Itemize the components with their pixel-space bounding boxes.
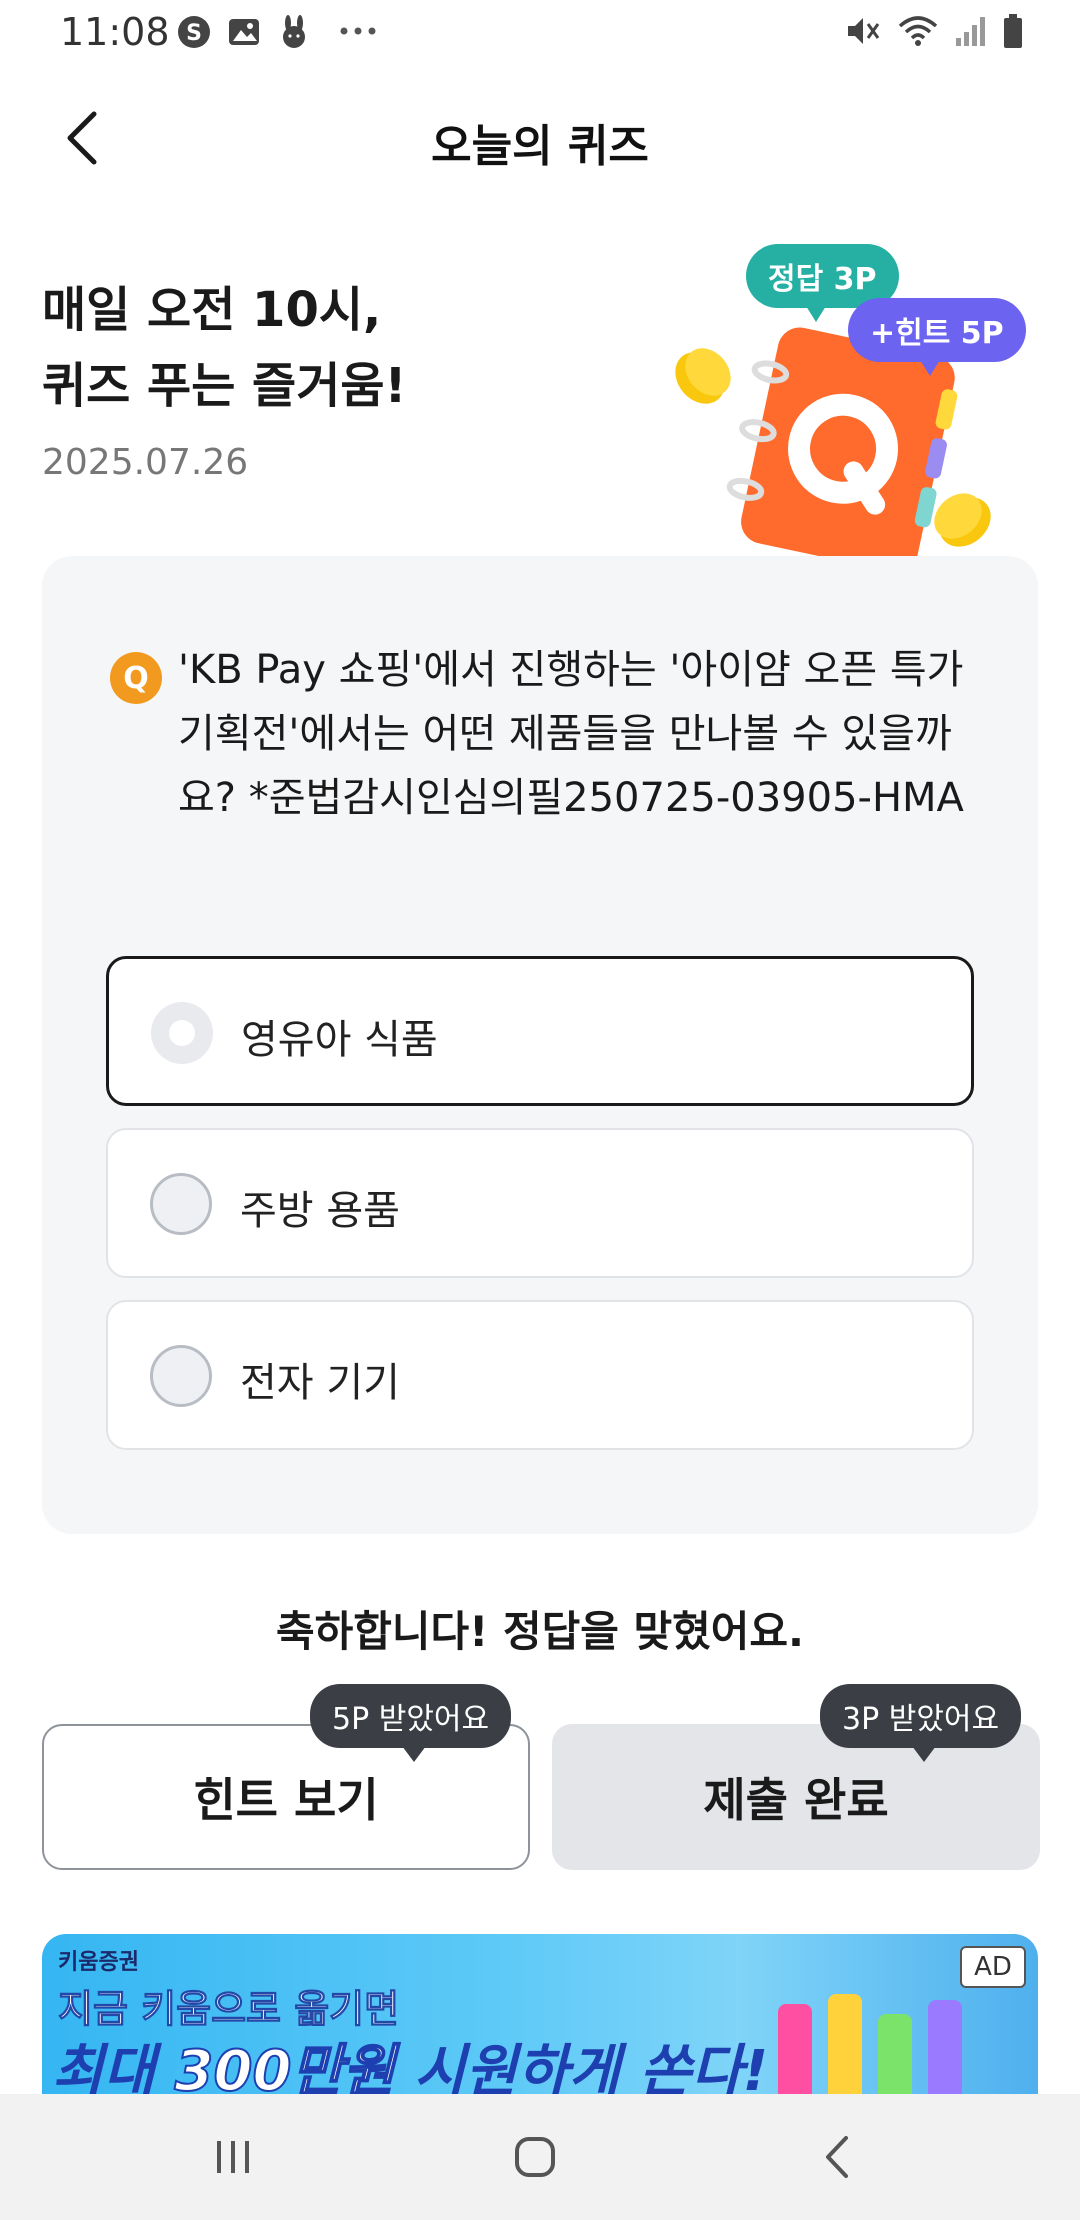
- water-gun-icon: [778, 1994, 962, 2094]
- quiz-date: 2025.07.26: [42, 442, 249, 483]
- wifi-icon: [896, 12, 940, 54]
- home-icon: [515, 2137, 555, 2177]
- page-title: 오늘의 퀴즈: [431, 121, 649, 172]
- quiz-illustration: 정답 3P +힌트 5P: [660, 240, 1040, 610]
- hint-points-badge: +힌트 5P: [848, 298, 1026, 376]
- option-label: 주방 용품: [240, 1188, 400, 1234]
- radio-icon[interactable]: [150, 1345, 212, 1407]
- more-icon: [338, 22, 378, 41]
- quiz-option-1[interactable]: 영유아 식품: [106, 956, 974, 1106]
- recent-apps-button[interactable]: [188, 2124, 278, 2190]
- status-bar: 11:08 S: [0, 0, 1080, 66]
- quiz-option-3[interactable]: 전자 기기: [106, 1300, 974, 1450]
- status-time: 11:08: [60, 10, 170, 54]
- back-icon: [826, 2136, 848, 2178]
- mute-icon: [844, 12, 882, 54]
- ad-label: AD: [960, 1946, 1026, 1988]
- hint-reward-tooltip: 5P 받았어요: [310, 1684, 512, 1762]
- ad-brand: 키움증권: [58, 1950, 139, 1975]
- battery-icon: [1002, 12, 1024, 54]
- recent-apps-icon: [217, 2141, 249, 2173]
- quiz-option-2[interactable]: 주방 용품: [106, 1128, 974, 1278]
- q-icon: Q: [110, 652, 162, 704]
- svg-text:S: S: [186, 21, 202, 46]
- s-circle-icon: S: [176, 14, 212, 54]
- result-message: 축하합니다! 정답을 맞혔어요.: [275, 1607, 805, 1656]
- quiz-question: 'KB Pay 쇼핑'에서 진행하는 '아이얌 오픈 특가 기획전'에서는 어떤…: [178, 647, 964, 821]
- app-header: 오늘의 퀴즈: [0, 90, 1080, 186]
- option-label: 전자 기기: [240, 1360, 400, 1406]
- signal-icon: [954, 12, 988, 54]
- rabbit-icon: [276, 14, 312, 54]
- image-icon: [226, 14, 262, 54]
- submit-reward-tooltip: 3P 받았어요: [820, 1684, 1022, 1762]
- quiz-card: Q 'KB Pay 쇼핑'에서 진행하는 '아이얌 오픈 특가 기획전'에서는 …: [42, 556, 1038, 1534]
- ad-banner[interactable]: 키움증권 지금 키움으로 옮기면 최대 300만원 시원하게 쏜다! AD: [42, 1934, 1038, 2094]
- system-nav-bar: [0, 2094, 1080, 2220]
- home-button[interactable]: [490, 2124, 580, 2190]
- radio-icon[interactable]: [150, 1173, 212, 1235]
- ad-headline-1: 지금 키움으로 옮기면: [57, 1987, 400, 2032]
- option-label: 영유아 식품: [241, 1017, 438, 1063]
- ad-headline-2: 최대 300만원 시원하게 쏜다!: [52, 2038, 769, 2094]
- radio-selected-icon[interactable]: [151, 1002, 213, 1064]
- hero-title: 매일 오전 10시, 퀴즈 푸는 즐거움!: [42, 282, 407, 414]
- nav-back-button[interactable]: [792, 2124, 882, 2190]
